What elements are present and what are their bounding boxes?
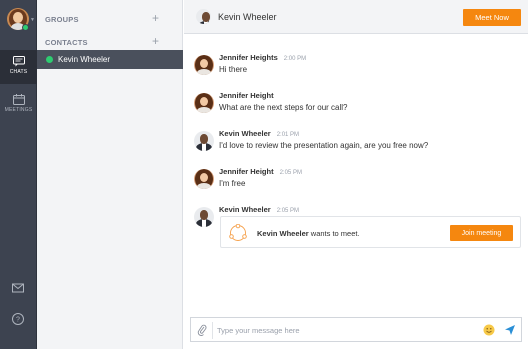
chevron-down-icon[interactable]: ▼ bbox=[30, 17, 35, 23]
sender-avatar bbox=[194, 131, 214, 151]
message-text: What are the next steps for our call? bbox=[219, 103, 348, 112]
calendar-icon bbox=[12, 94, 25, 105]
message-time: 2:00 PM bbox=[283, 56, 307, 62]
sender-avatar bbox=[194, 93, 214, 113]
add-contact-icon[interactable]: + bbox=[152, 34, 159, 48]
groups-title: GROUPS bbox=[45, 15, 79, 24]
message-item: Jennifer Height 2:05 PM I'm free bbox=[184, 167, 528, 201]
send-icon[interactable] bbox=[504, 324, 516, 336]
add-group-icon[interactable]: + bbox=[152, 11, 159, 25]
message-item: Jennifer Heights 2:00 PM Hi there bbox=[184, 53, 528, 87]
sender-name: Jennifer Height bbox=[219, 91, 274, 100]
message-composer bbox=[190, 317, 522, 342]
mail-icon[interactable] bbox=[11, 281, 25, 295]
sender-avatar bbox=[194, 169, 214, 189]
sender-name: Kevin Wheeler bbox=[219, 129, 271, 138]
message-input[interactable] bbox=[217, 323, 477, 337]
online-status-dot bbox=[46, 56, 53, 63]
sender-avatar bbox=[194, 55, 214, 75]
rail-chats-label: CHATS bbox=[9, 69, 28, 75]
paperclip-icon[interactable] bbox=[197, 324, 207, 336]
meeting-request-text: Kevin Wheeler wants to meet. bbox=[257, 229, 360, 238]
sender-name: Jennifer Height bbox=[219, 167, 274, 176]
chat-pane: Kevin Wheeler Meet Now Jennifer Heights 2… bbox=[184, 0, 528, 349]
meeting-requester: Kevin Wheeler bbox=[257, 229, 309, 238]
meeting-request-card: Kevin Wheeler wants to meet. Join meetin… bbox=[220, 216, 521, 248]
contacts-title: CONTACTS bbox=[45, 38, 88, 47]
contacts-panel: GROUPS + CONTACTS + Kevin Wheeler bbox=[37, 0, 183, 349]
emoji-icon[interactable] bbox=[483, 324, 495, 336]
composer-divider bbox=[212, 322, 213, 339]
rail-meetings-button[interactable]: MEETINGS bbox=[0, 88, 37, 122]
app-rail: ▼ CHATS MEETINGS ? bbox=[0, 0, 37, 349]
contact-name: Kevin Wheeler bbox=[58, 55, 111, 64]
meeting-request-suffix: wants to meet. bbox=[308, 229, 360, 238]
message-item: Kevin Wheeler 2:01 PM I'd love to review … bbox=[184, 129, 528, 163]
svg-text:?: ? bbox=[16, 317, 20, 324]
sender-name: Kevin Wheeler bbox=[219, 205, 271, 214]
meet-now-button[interactable]: Meet Now bbox=[463, 9, 521, 26]
online-status-indicator bbox=[22, 24, 29, 31]
message-time: 2:05 PM bbox=[279, 170, 302, 176]
message-time: 2:05 PM bbox=[276, 208, 300, 214]
join-meeting-button[interactable]: Join meeting bbox=[450, 225, 513, 241]
sender-name: Jennifer Heights bbox=[219, 53, 278, 62]
rail-meetings-label: MEETINGS bbox=[4, 107, 33, 113]
chat-header: Kevin Wheeler Meet Now bbox=[184, 0, 528, 34]
message-text: Hi there bbox=[219, 65, 248, 74]
message-time: 2:01 PM bbox=[276, 132, 300, 138]
header-avatar bbox=[196, 9, 211, 24]
message-text: I'd love to review the presentation agai… bbox=[219, 141, 429, 150]
chat-header-name: Kevin Wheeler bbox=[218, 12, 277, 22]
chat-icon bbox=[12, 56, 25, 67]
sender-avatar bbox=[194, 207, 214, 227]
rail-chats-button[interactable]: CHATS bbox=[0, 50, 37, 84]
groups-section: GROUPS + bbox=[37, 10, 183, 28]
contacts-section: CONTACTS + bbox=[37, 33, 183, 51]
meeting-group-icon bbox=[229, 224, 247, 241]
message-item: Jennifer Height What are the next steps … bbox=[184, 91, 528, 125]
contact-item-kevin-wheeler[interactable]: Kevin Wheeler bbox=[37, 50, 183, 69]
message-text: I'm free bbox=[219, 179, 246, 188]
help-icon[interactable]: ? bbox=[11, 312, 25, 326]
